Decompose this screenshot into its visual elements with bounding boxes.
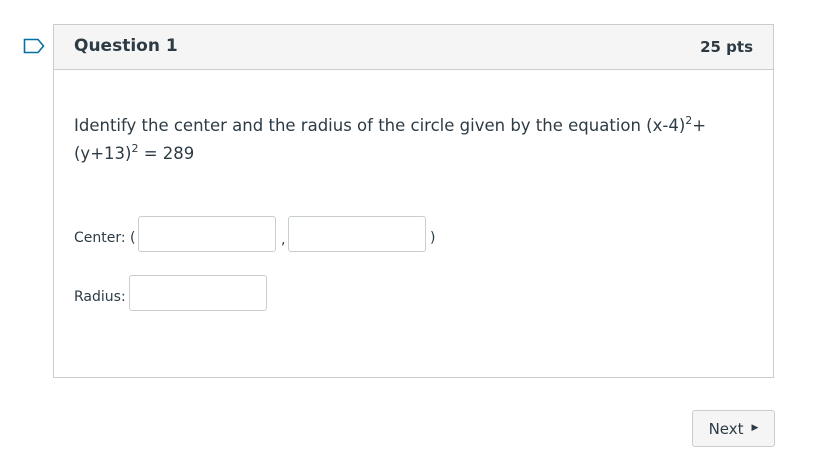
question-card: Question 1 25 pts Identify the center an… [53,24,774,378]
center-x-input[interactable] [138,216,276,252]
center-label: Center: ( [74,230,136,246]
question-text-part: = 289 [138,144,195,163]
center-y-input[interactable] [288,216,426,252]
center-close-paren: ) [430,230,436,246]
question-text-part: Identify the center and the radius of th… [74,116,686,135]
question-header: Question 1 25 pts [54,25,773,70]
quiz-page: Question 1 25 pts Identify the center an… [0,0,813,451]
caret-right-icon: ▶ [751,423,759,433]
flag-question-icon[interactable] [23,38,45,54]
question-title: Question 1 [74,36,178,56]
question-text: Identify the center and the radius of th… [74,112,754,168]
center-separator: , [281,232,286,248]
radius-label: Radius: [74,289,126,305]
next-button[interactable]: Next ▶ [692,410,775,447]
next-button-label: Next [708,419,744,438]
radius-input[interactable] [129,275,267,311]
question-points: 25 pts [700,38,753,56]
